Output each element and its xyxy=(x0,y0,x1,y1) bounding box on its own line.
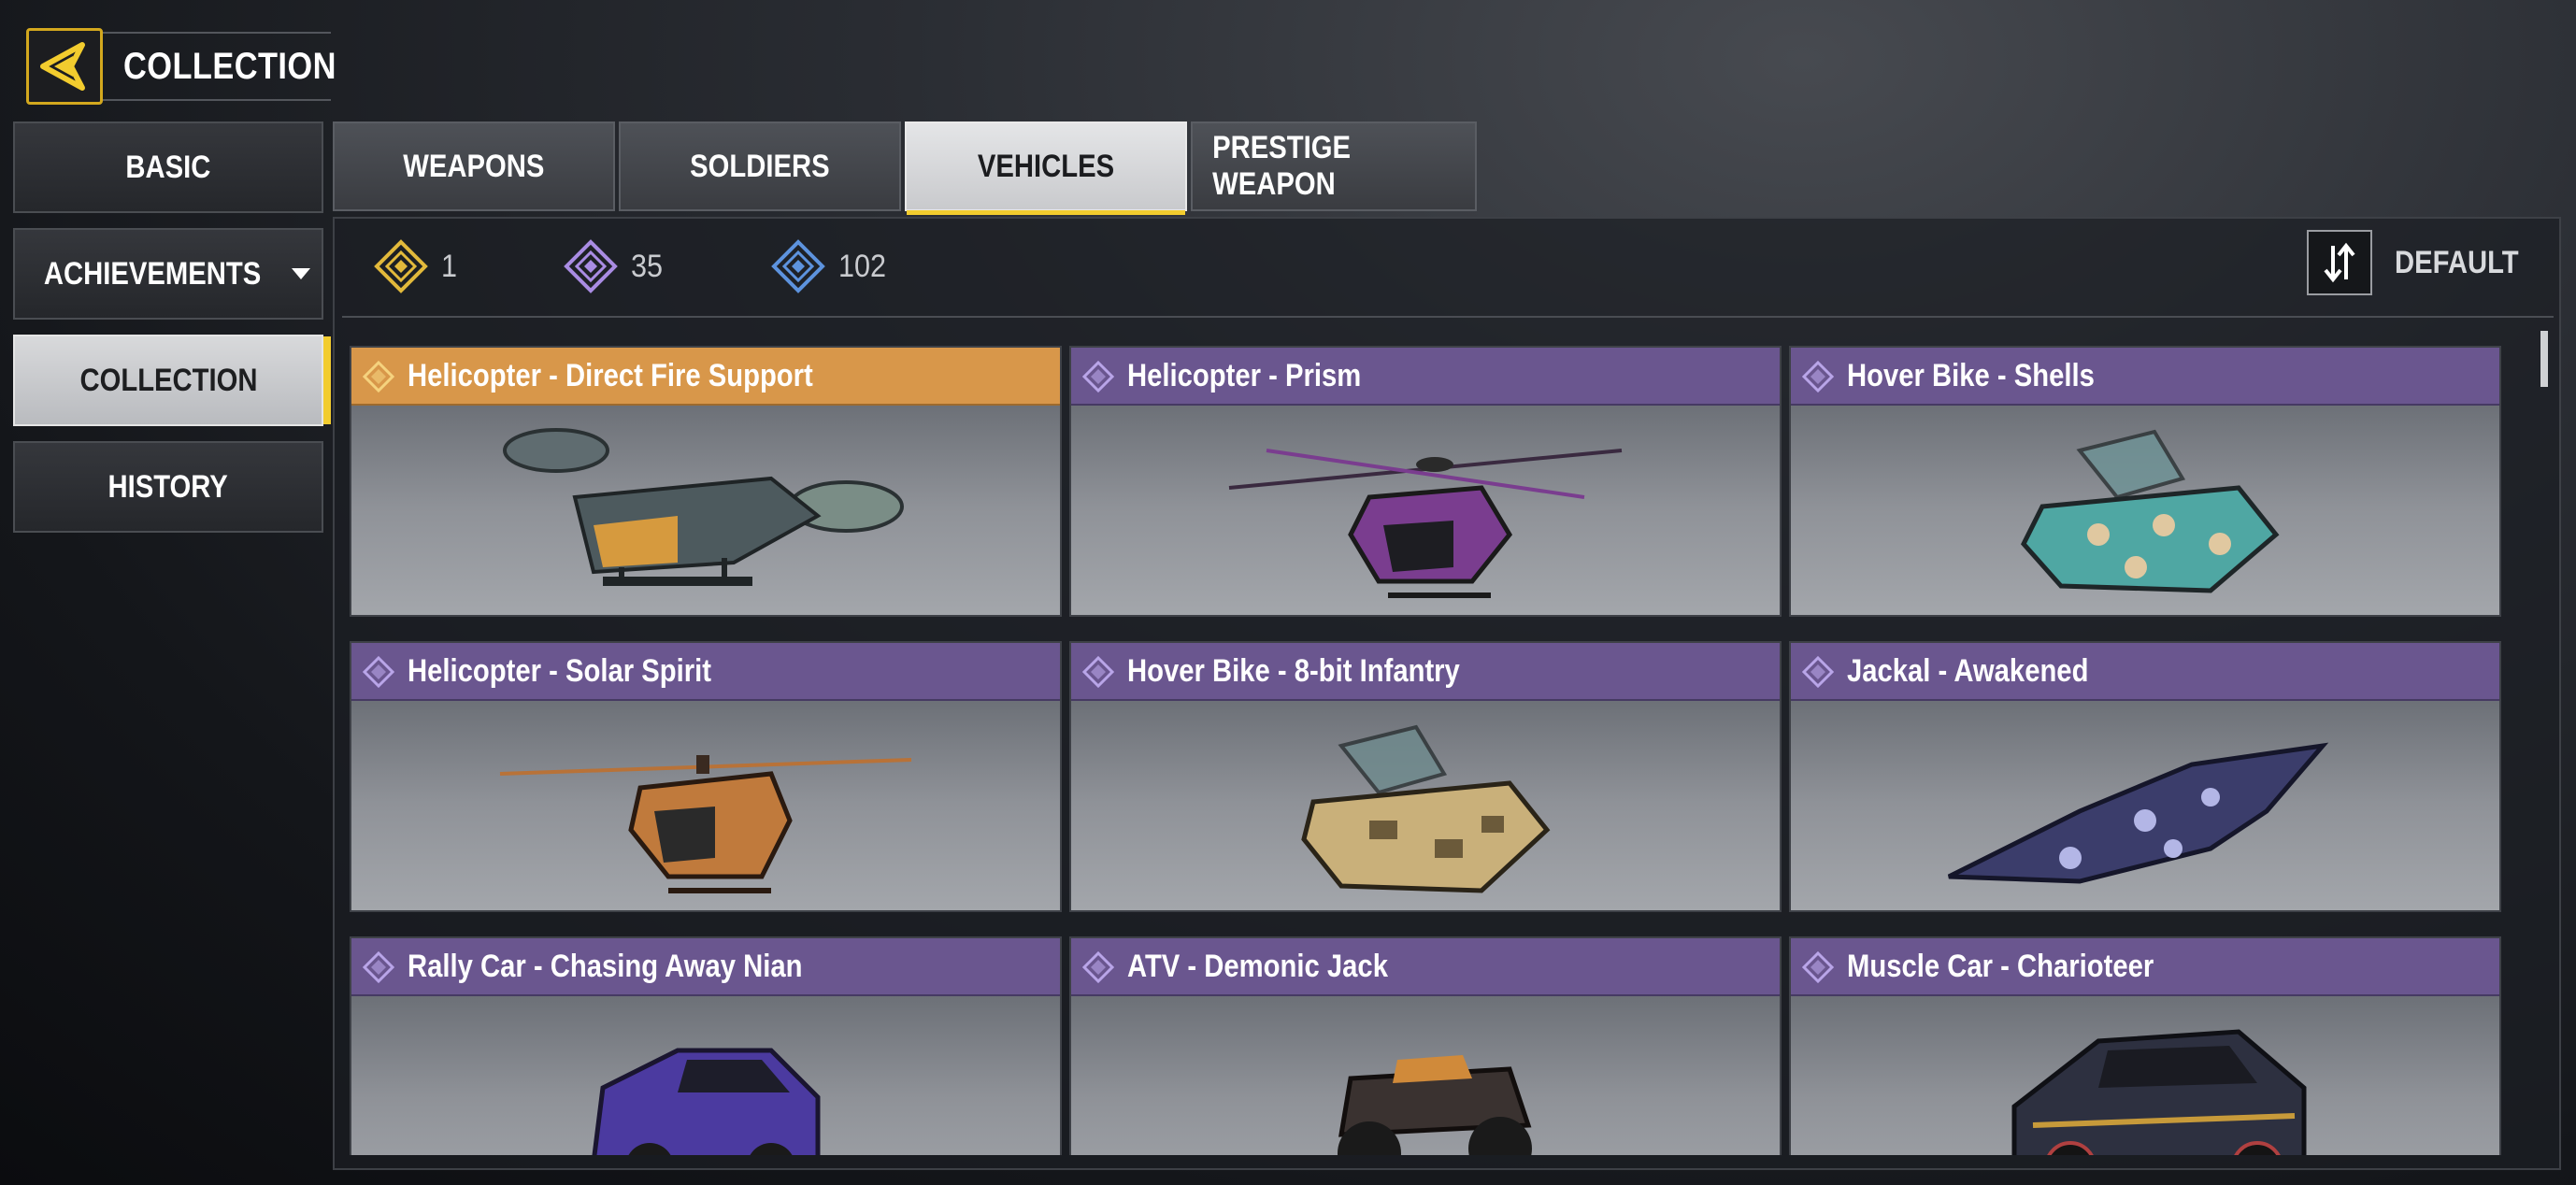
item-card[interactable]: ATV - Demonic Jack xyxy=(1069,936,1782,1155)
counter-value: 102 xyxy=(837,248,886,284)
item-name: Helicopter - Direct Fire Support xyxy=(408,357,813,393)
tab-label: SOLDIERS xyxy=(690,148,830,184)
epic-diamond-icon xyxy=(1802,951,1834,983)
item-card[interactable]: Rally Car - Chasing Away Nian xyxy=(350,936,1062,1155)
tab-label: PRESTIGE WEAPON xyxy=(1212,130,1352,202)
counter-value: 1 xyxy=(441,248,458,284)
card-header: Helicopter - Solar Spirit xyxy=(351,643,1060,701)
helicopter-icon xyxy=(503,428,904,586)
card-header: Muscle Car - Charioteer xyxy=(1791,938,2499,996)
card-header: Hover Bike - Shells xyxy=(1791,348,2499,406)
atv-icon xyxy=(1338,1055,1532,1155)
page-title: COLLECTION xyxy=(123,45,336,87)
car-icon xyxy=(592,1048,821,1155)
epic-diamond-icon xyxy=(1082,361,1114,393)
epic-diamond-icon xyxy=(1802,361,1834,393)
sidebar-item-collection[interactable]: COLLECTION xyxy=(13,335,331,426)
vehicle-image xyxy=(1791,406,2499,617)
helicopter-icon xyxy=(499,755,912,893)
vehicle-image xyxy=(1791,996,2499,1155)
sidebar-item-achievements[interactable]: ACHIEVEMENTS xyxy=(13,228,323,320)
item-name: Rally Car - Chasing Away Nian xyxy=(408,948,803,984)
rare-diamond-icon xyxy=(770,239,825,293)
epic-diamond-icon xyxy=(363,951,394,983)
sidebar-item-basic[interactable]: BASIC xyxy=(13,121,323,213)
sort-arrows-icon xyxy=(2324,242,2355,283)
rarity-counters: 1 35 102 xyxy=(374,234,995,299)
hoverbike-icon xyxy=(2021,429,2280,593)
car-icon xyxy=(2011,1029,2307,1155)
item-name: Helicopter - Solar Spirit xyxy=(408,652,711,689)
sidebar-item-label: ACHIEVEMENTS xyxy=(43,255,262,292)
vehicle-image xyxy=(1071,701,1780,912)
collection-screen: COLLECTION BASIC ACHIEVEMENTS COLLECTION… xyxy=(0,0,2576,1185)
item-card[interactable]: Hover Bike - 8-bit Infantry xyxy=(1069,641,1782,912)
card-header: Jackal - Awakened xyxy=(1791,643,2499,701)
sidebar-item-label: COLLECTION xyxy=(79,362,258,398)
hoverbike-icon xyxy=(1301,724,1551,893)
item-card[interactable]: Helicopter - Solar Spirit xyxy=(350,641,1062,912)
chevron-down-icon xyxy=(292,268,311,279)
item-name: Hover Bike - 8-bit Infantry xyxy=(1127,652,1460,689)
sort-button[interactable] xyxy=(2307,230,2372,295)
divider xyxy=(342,316,2554,318)
vehicle-image xyxy=(351,701,1060,912)
card-header: Helicopter - Direct Fire Support xyxy=(351,348,1060,406)
item-card[interactable]: Helicopter - Prism xyxy=(1069,346,1782,617)
item-name: Hover Bike - Shells xyxy=(1847,357,2095,393)
tab-vehicles[interactable]: VEHICLES xyxy=(905,121,1187,215)
jet-icon xyxy=(1947,742,2329,884)
epic-diamond-icon xyxy=(363,656,394,688)
header: COLLECTION xyxy=(103,32,336,101)
epic-diamond-icon xyxy=(1802,656,1834,688)
card-header: ATV - Demonic Jack xyxy=(1071,938,1780,996)
sidebar-item-label: BASIC xyxy=(125,149,211,185)
vehicle-image xyxy=(1071,996,1780,1155)
item-name: Helicopter - Prism xyxy=(1127,357,1362,393)
item-grid: Helicopter - Direct Fire Support Helicop… xyxy=(346,342,2505,1155)
epic-diamond-icon xyxy=(1082,656,1114,688)
tab-prestige-weapon[interactable]: PRESTIGE WEAPON xyxy=(1191,121,1477,211)
scrollbar[interactable] xyxy=(2540,331,2548,387)
sidebar-item-label: HISTORY xyxy=(107,468,229,505)
epic-diamond-icon xyxy=(564,239,618,293)
epic-diamond-icon xyxy=(1082,951,1114,983)
item-name: ATV - Demonic Jack xyxy=(1127,948,1388,984)
legendary-diamond-icon xyxy=(363,361,394,393)
card-header: Helicopter - Prism xyxy=(1071,348,1780,406)
item-name: Jackal - Awakened xyxy=(1847,652,2089,689)
item-card[interactable]: Jackal - Awakened xyxy=(1789,641,2501,912)
legendary-diamond-icon xyxy=(374,239,428,293)
back-button[interactable] xyxy=(26,28,103,105)
legendary-counter: 1 xyxy=(374,239,459,293)
rare-counter: 102 xyxy=(770,239,892,293)
tab-label: VEHICLES xyxy=(977,148,1115,184)
tab-weapons[interactable]: WEAPONS xyxy=(333,121,615,211)
counter-value: 35 xyxy=(630,248,663,284)
vehicle-image xyxy=(351,996,1060,1155)
sidebar-item-history[interactable]: HISTORY xyxy=(13,441,323,533)
item-card[interactable]: Hover Bike - Shells xyxy=(1789,346,2501,617)
item-card[interactable]: Muscle Car - Charioteer xyxy=(1789,936,2501,1155)
epic-counter: 35 xyxy=(564,239,666,293)
vehicle-image xyxy=(1071,406,1780,617)
item-card[interactable]: Helicopter - Direct Fire Support xyxy=(350,346,1062,617)
tab-soldiers[interactable]: SOLDIERS xyxy=(619,121,901,211)
sort-label[interactable]: DEFAULT xyxy=(2395,245,2519,281)
helicopter-icon xyxy=(1228,449,1623,598)
tab-label: WEAPONS xyxy=(403,148,545,184)
vehicle-image xyxy=(1791,701,2499,912)
item-name: Muscle Car - Charioteer xyxy=(1847,948,2154,984)
card-header: Hover Bike - 8-bit Infantry xyxy=(1071,643,1780,701)
vehicle-image xyxy=(351,406,1060,617)
card-header: Rally Car - Chasing Away Nian xyxy=(351,938,1060,996)
back-arrow-icon xyxy=(40,42,85,91)
